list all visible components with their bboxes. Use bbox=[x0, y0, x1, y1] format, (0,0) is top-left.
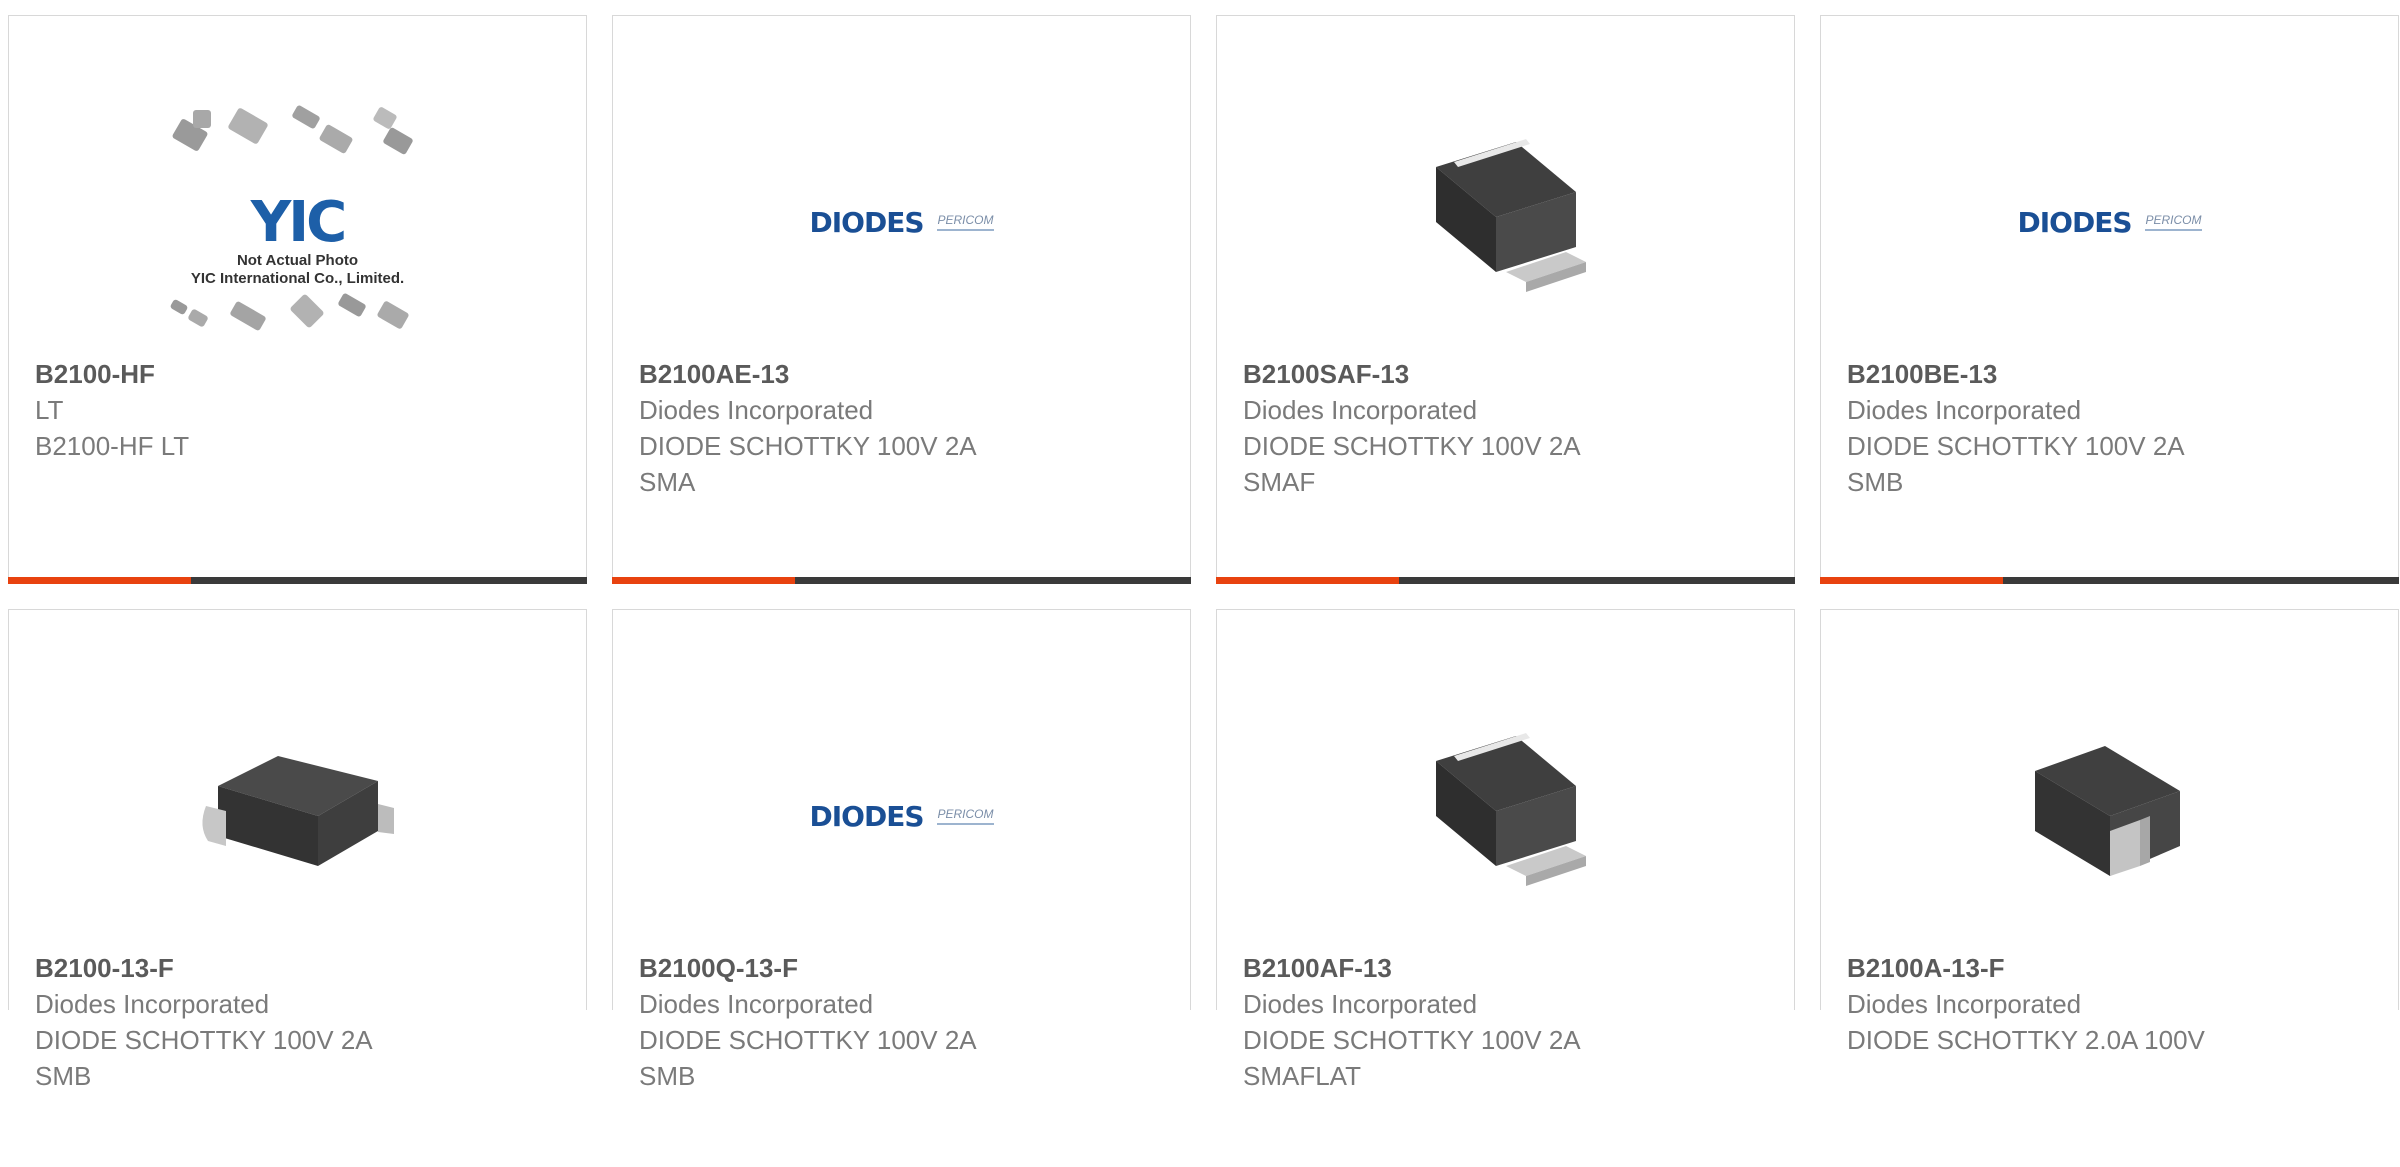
description: DIODE SCHOTTKY 100V 2A bbox=[639, 431, 977, 461]
manufacturer: Diodes Incorporated bbox=[1847, 395, 2082, 425]
product-detail: B2100-HF LT bbox=[35, 431, 190, 461]
diodes-logo: DIODES PERICOM bbox=[809, 205, 994, 239]
diodes-logo: DIODES PERICOM bbox=[809, 799, 994, 833]
part-number[interactable]: B2100BE-13 bbox=[1847, 356, 2378, 392]
diodes-logo: DIODES PERICOM bbox=[2017, 205, 2202, 239]
card-accent bbox=[1216, 577, 1399, 584]
card-accent bbox=[612, 577, 795, 584]
card-bottom-bar bbox=[1820, 577, 2399, 584]
diodes-brand: DIODES bbox=[809, 205, 924, 239]
card-bottom-bar bbox=[1216, 577, 1795, 584]
pericom-brand: PERICOM bbox=[937, 213, 994, 231]
part-number[interactable]: B2100-13-F bbox=[35, 950, 566, 986]
product-card[interactable]: DIODES PERICOM B2100Q-13-F Diodes Incorp… bbox=[612, 609, 1191, 1091]
part-number[interactable]: B2100AE-13 bbox=[639, 356, 1170, 392]
package: SMA bbox=[639, 467, 696, 497]
pericom-brand: PERICOM bbox=[937, 807, 994, 825]
package: SMB bbox=[639, 1061, 696, 1091]
description: DIODE SCHOTTKY 100V 2A bbox=[1847, 431, 2185, 461]
product-image[interactable] bbox=[9, 680, 586, 952]
product-image[interactable] bbox=[1217, 680, 1794, 952]
description: DIODE SCHOTTKY 100V 2A bbox=[1243, 431, 1581, 461]
manufacturer: Diodes Incorporated bbox=[639, 989, 874, 1019]
package: SMAF bbox=[1243, 467, 1316, 497]
product-image[interactable]: DIODES PERICOM bbox=[613, 680, 1190, 952]
product-grid: YIC Not Actual Photo YIC International C… bbox=[8, 15, 2400, 1091]
pericom-brand: PERICOM bbox=[2145, 213, 2202, 231]
product-image[interactable]: YIC Not Actual Photo YIC International C… bbox=[9, 86, 586, 358]
description: DIODE SCHOTTKY 100V 2A bbox=[35, 1025, 373, 1055]
diodes-brand: DIODES bbox=[809, 799, 924, 833]
product-card[interactable]: DIODES PERICOM B2100BE-13 Diodes Incorpo… bbox=[1820, 15, 2399, 584]
manufacturer: Diodes Incorporated bbox=[35, 989, 270, 1019]
product-card[interactable]: DIODES PERICOM B2100AE-13 Diodes Incorpo… bbox=[612, 15, 1191, 584]
part-number[interactable]: B2100AF-13 bbox=[1243, 950, 1774, 986]
package: SMB bbox=[1847, 467, 1904, 497]
card-bottom-bar bbox=[612, 577, 1191, 584]
product-card[interactable]: B2100-13-F Diodes Incorporated DIODE SCH… bbox=[8, 609, 587, 1091]
yic-logo: YIC bbox=[250, 190, 347, 255]
manufacturer: Diodes Incorporated bbox=[639, 395, 874, 425]
manufacturer: Diodes Incorporated bbox=[1847, 989, 2082, 1019]
smb-package-image bbox=[201, 756, 394, 866]
description: DIODE SCHOTTKY 2.0A 100V bbox=[1847, 1025, 2205, 1055]
sma-package-image bbox=[2034, 746, 2180, 876]
smaf-package-image bbox=[1435, 733, 1586, 886]
part-number[interactable]: B2100Q-13-F bbox=[639, 950, 1170, 986]
photo-caption-line2: YIC International Co., Limited. bbox=[190, 270, 405, 287]
part-number[interactable]: B2100-HF bbox=[35, 356, 566, 392]
product-card[interactable]: YIC Not Actual Photo YIC International C… bbox=[8, 15, 587, 584]
product-card[interactable]: B2100A-13-F Diodes Incorporated DIODE SC… bbox=[1820, 609, 2399, 1055]
product-image[interactable]: DIODES PERICOM bbox=[613, 86, 1190, 358]
description: DIODE SCHOTTKY 100V 2A bbox=[1243, 1025, 1581, 1055]
description: DIODE SCHOTTKY 100V 2A bbox=[639, 1025, 977, 1055]
product-card[interactable]: B2100AF-13 Diodes Incorporated DIODE SCH… bbox=[1216, 609, 1795, 1091]
diodes-brand: DIODES bbox=[2017, 205, 2132, 239]
product-image[interactable]: DIODES PERICOM bbox=[1821, 86, 2398, 358]
product-detail: LT bbox=[35, 395, 64, 425]
package: SMB bbox=[35, 1061, 92, 1091]
product-image[interactable] bbox=[1821, 680, 2398, 952]
not-actual-photo-image: YIC Not Actual Photo YIC International C… bbox=[153, 102, 443, 342]
product-card[interactable]: B2100SAF-13 Diodes Incorporated DIODE SC… bbox=[1216, 15, 1795, 584]
manufacturer: Diodes Incorporated bbox=[1243, 395, 1478, 425]
smaf-package-image bbox=[1435, 139, 1586, 292]
photo-caption-line1: Not Actual Photo bbox=[236, 252, 359, 269]
card-accent bbox=[1820, 577, 2003, 584]
manufacturer: Diodes Incorporated bbox=[1243, 989, 1478, 1019]
part-number[interactable]: B2100SAF-13 bbox=[1243, 356, 1774, 392]
part-number[interactable]: B2100A-13-F bbox=[1847, 950, 2378, 986]
card-accent bbox=[8, 577, 191, 584]
product-image[interactable] bbox=[1217, 86, 1794, 358]
card-bottom-bar bbox=[8, 577, 587, 584]
package: SMAFLAT bbox=[1243, 1061, 1361, 1091]
